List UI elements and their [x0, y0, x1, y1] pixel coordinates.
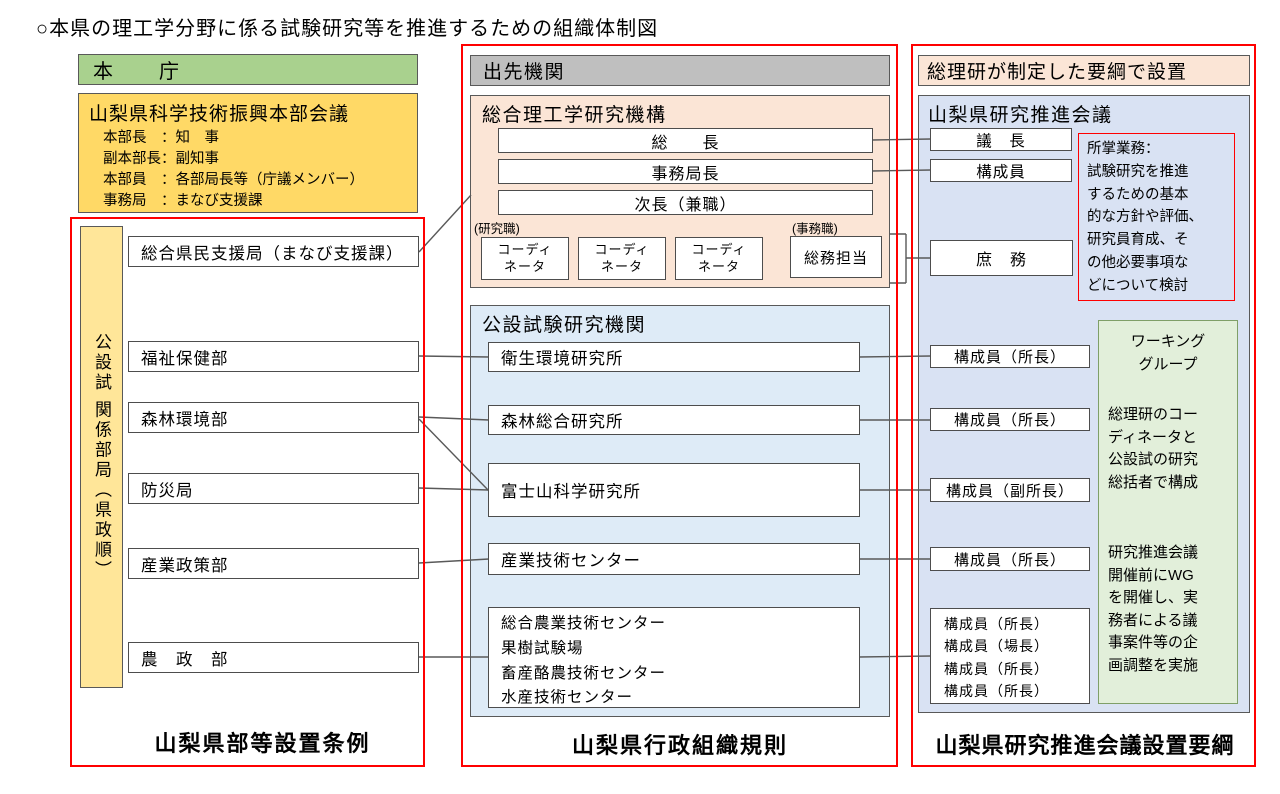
working-group-box: ワーキング グループ 総理研のコー ディネータと 公設試の研究 総括者で構成 研…	[1098, 320, 1238, 704]
research-promotion-council-title: 山梨県研究推進会議	[928, 100, 1113, 127]
institute-box-agri-group: 総合農業技術センター 果樹試験場 畜産酪農技術センター 水産技術センター	[488, 607, 860, 708]
org-chart-canvas: ○本県の理工学分野に係る試験研究等を推進するための組織体制図 本 庁 山梨県科学…	[0, 0, 1280, 794]
coordinator-box: コーディ ネータ	[675, 237, 763, 280]
chair-box: 議 長	[930, 128, 1072, 151]
member-box: 構成員	[930, 159, 1072, 182]
dept-box-sogo-kenmin: 総合県民支援局（まなび支援課）	[128, 236, 419, 267]
dept-box-bosai: 防災局	[128, 473, 419, 504]
member-group-box: 構成員（所長） 構成員（場長） 構成員（所長） 構成員（所長）	[930, 608, 1090, 704]
position-box-jicho: 次長（兼職）	[498, 190, 873, 215]
general-affairs-staff-box: 総務担当	[790, 236, 882, 278]
position-box-socho: 総 長	[498, 128, 873, 153]
duties-note-box: 所掌業務： 試験研究を推進 するための基本 的な方針や評価、 研究員育成、そ の…	[1078, 133, 1235, 301]
admin-staff-label: (事務職)	[792, 218, 838, 237]
member-box-shocho-1: 構成員（所長）	[930, 345, 1090, 368]
research-staff-label: (研究職)	[474, 218, 520, 237]
dept-box-nosei: 農 政 部	[128, 642, 419, 673]
member-box-fukushocho: 構成員（副所長）	[930, 478, 1090, 502]
institute-org-title: 総合理工学研究機構	[482, 100, 667, 127]
general-affairs-box: 庶 務	[930, 240, 1073, 276]
institute-box-fujisan: 富士山科学研究所	[488, 463, 860, 517]
left-footer-label: 山梨県部等設置条例	[100, 726, 425, 758]
institute-box-eisei: 衛生環境研究所	[488, 342, 860, 372]
right-footer-label: 山梨県研究推進会議設置要綱	[912, 728, 1258, 760]
middle-footer-label: 山梨県行政組織規則	[460, 728, 900, 760]
working-group-body2: 研究推進会議 開催前にWG を開催し、実 務者による議 事案件等の企 画調整を実…	[1108, 542, 1228, 677]
working-group-title: ワーキング グループ	[1108, 331, 1228, 376]
institute-box-sangyogijutsu: 産業技術センター	[488, 543, 860, 575]
member-box-shocho-3: 構成員（所長）	[930, 547, 1090, 571]
coordinator-box: コーディ ネータ	[578, 237, 666, 280]
member-box-shocho-2: 構成員（所長）	[930, 408, 1090, 431]
coordinator-box: コーディ ネータ	[481, 237, 569, 280]
dept-box-shinrin: 森林環境部	[128, 402, 419, 433]
public-institutes-title: 公設試験研究機関	[482, 310, 646, 337]
institute-box-shinrin: 森林総合研究所	[488, 405, 860, 435]
working-group-body1: 総理研のコー ディネータと 公設試の研究 総括者で構成	[1108, 404, 1228, 494]
dept-box-sangyo: 産業政策部	[128, 548, 419, 579]
dept-box-fukushi: 福祉保健部	[128, 341, 419, 372]
page-title: ○本県の理工学分野に係る試験研究等を推進するための組織体制図	[36, 12, 658, 41]
position-box-jimukyokucho: 事務局長	[498, 159, 873, 184]
